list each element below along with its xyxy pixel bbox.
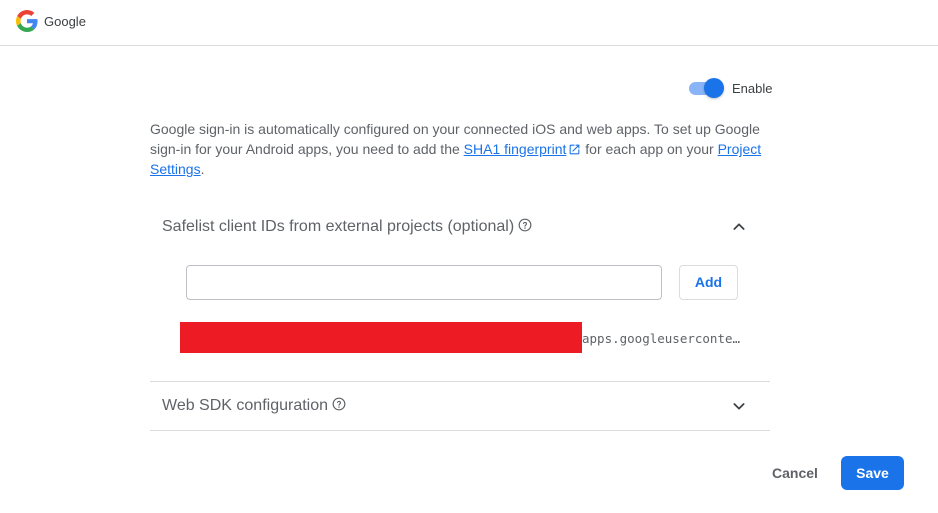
section-divider <box>150 430 770 431</box>
help-icon[interactable] <box>332 397 346 411</box>
web-sdk-section-title[interactable]: Web SDK configuration <box>162 397 346 415</box>
web-sdk-title: Web SDK configuration <box>162 397 329 414</box>
chevron-down-icon[interactable] <box>731 398 747 414</box>
help-icon[interactable] <box>518 218 532 232</box>
open-in-new-icon[interactable] <box>568 143 581 156</box>
client-id-value: apps.googleusercontent.com <box>582 331 744 346</box>
safelist-section-title[interactable]: Safelist client IDs from external projec… <box>162 218 532 236</box>
description-part3: . <box>200 161 205 177</box>
client-id-input[interactable] <box>186 265 662 300</box>
toggle-thumb[interactable] <box>704 78 724 98</box>
cancel-button[interactable]: Cancel <box>765 456 825 490</box>
enable-label: Enable <box>732 81 773 96</box>
section-divider <box>150 381 770 382</box>
description-text: Google sign-in is automatically configur… <box>150 119 775 179</box>
header-title: Google <box>44 14 86 29</box>
sha1-fingerprint-link[interactable]: SHA1 fingerprint <box>464 141 567 157</box>
add-button[interactable]: Add <box>679 265 738 300</box>
google-logo-icon <box>16 10 38 32</box>
page-header: Google <box>0 0 938 46</box>
redacted-block <box>180 322 582 353</box>
chevron-up-icon[interactable] <box>731 219 747 235</box>
save-button[interactable]: Save <box>841 456 904 490</box>
safelist-title: Safelist client IDs from external projec… <box>162 218 515 235</box>
description-part2: for each app on your <box>581 141 718 157</box>
